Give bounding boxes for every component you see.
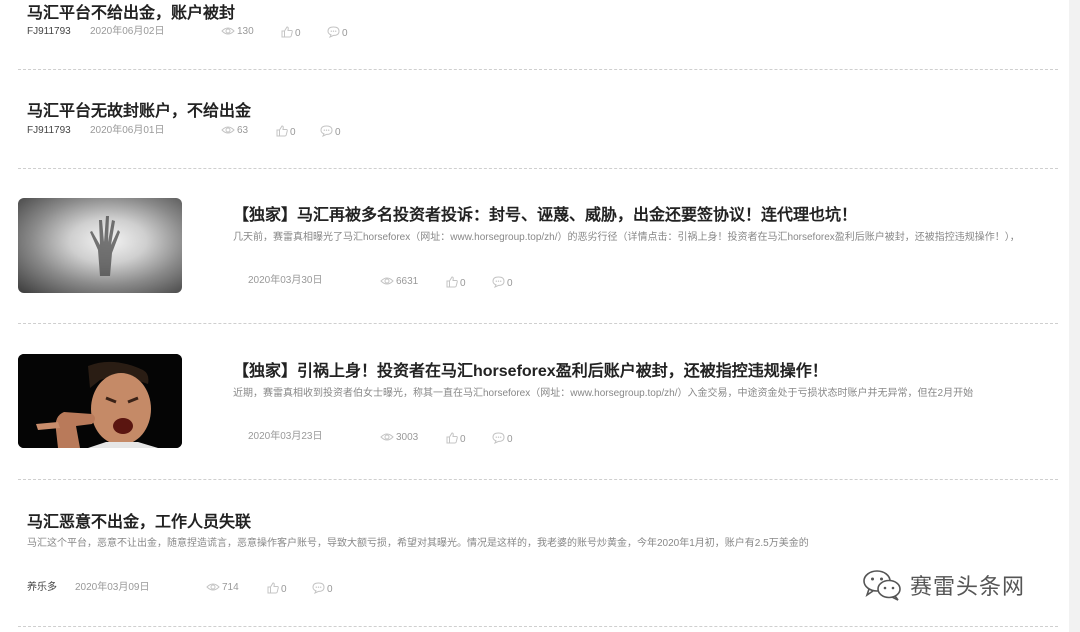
view-count: 714 <box>206 582 239 594</box>
like-count: 0 <box>295 28 301 39</box>
watermark: 赛雷头条网 <box>862 568 1025 602</box>
like-button[interactable]: 0 <box>267 582 287 596</box>
thumbs-up-icon <box>281 26 293 38</box>
eye-icon <box>380 433 394 441</box>
view-count: 6631 <box>380 276 418 288</box>
article-date: 2020年06月01日 <box>90 125 165 136</box>
view-count: 63 <box>221 125 248 137</box>
article-excerpt: 马汇这个平台，恶意不让出金，随意捏造谎言，恶意操作客户账号，导致大额亏损，希望对… <box>27 538 809 549</box>
like-button[interactable]: 0 <box>446 432 466 446</box>
eye-icon <box>206 583 220 591</box>
comment-button[interactable]: 0 <box>327 26 348 40</box>
article-title[interactable]: 【独家】引祸上身！投资者在马汇horseforex盈利后账户被封，还被指控违规操… <box>233 362 828 382</box>
eye-icon <box>380 277 394 285</box>
comment-icon <box>320 125 333 138</box>
view-count-value: 714 <box>222 582 239 593</box>
divider <box>18 168 1058 169</box>
view-count-value: 3003 <box>396 432 419 443</box>
divider <box>18 479 1058 480</box>
comment-count: 0 <box>335 127 341 138</box>
comment-count: 0 <box>507 278 513 289</box>
like-count: 0 <box>281 584 287 595</box>
thumbs-up-icon <box>446 276 458 288</box>
like-count: 0 <box>290 127 296 138</box>
divider <box>18 626 1058 627</box>
article-excerpt: 几天前，赛雷真相曝光了马汇horseforex（网址：www.horsegrou… <box>233 232 1020 243</box>
article-title[interactable]: 【独家】马汇再被多名投资者投诉：封号、诬蔑、威胁，出金还要签协议！连代理也坑！ <box>233 206 857 226</box>
comment-button[interactable]: 0 <box>312 582 333 596</box>
comment-count: 0 <box>507 434 513 445</box>
view-count: 130 <box>221 26 254 38</box>
wechat-icon <box>863 570 901 601</box>
article-excerpt: 近期，赛雷真相收到投资者伯女士曝光，称其一直在马汇horseforex（网址：w… <box>233 388 974 399</box>
view-count-value: 63 <box>237 125 249 136</box>
article-date: 2020年03月30日 <box>248 275 323 286</box>
comment-icon <box>327 26 340 39</box>
article-author[interactable]: FJ911793 <box>27 125 71 137</box>
like-count: 0 <box>460 434 466 445</box>
divider <box>18 69 1058 70</box>
eye-icon <box>221 27 235 35</box>
article-date: 2020年03月23日 <box>248 431 323 442</box>
comment-icon <box>492 276 505 289</box>
article-thumbnail[interactable] <box>18 354 182 448</box>
article-title[interactable]: 马汇平台不给出金，账户被封 <box>27 4 235 24</box>
view-count-value: 6631 <box>396 276 419 287</box>
article-list-panel: 马汇平台不给出金，账户被封 FJ911793 2020年06月02日 130 0… <box>0 0 1069 632</box>
like-button[interactable]: 0 <box>446 276 466 290</box>
like-count: 0 <box>460 278 466 289</box>
thumbs-up-icon <box>276 125 288 137</box>
comment-icon <box>312 582 325 595</box>
article-thumbnail[interactable] <box>18 198 182 293</box>
thumbs-up-icon <box>267 582 279 594</box>
article-date: 2020年03月09日 <box>75 582 150 593</box>
comment-count: 0 <box>327 584 333 595</box>
comment-button[interactable]: 0 <box>492 276 513 290</box>
article-title[interactable]: 马汇平台无故封账户，不给出金 <box>27 102 251 122</box>
shadow-hand-image <box>90 216 120 276</box>
divider <box>18 323 1058 324</box>
like-button[interactable]: 0 <box>276 125 296 139</box>
article-author[interactable]: FJ911793 <box>27 26 71 38</box>
shouting-man-image <box>18 354 182 448</box>
article-author[interactable]: 养乐多 <box>27 582 57 594</box>
comment-icon <box>492 432 505 445</box>
comment-count: 0 <box>342 28 348 39</box>
eye-icon <box>221 126 235 134</box>
comment-button[interactable]: 0 <box>492 432 513 446</box>
watermark-text: 赛雷头条网 <box>910 574 1026 599</box>
view-count-value: 130 <box>237 26 254 37</box>
article-date: 2020年06月02日 <box>90 26 165 37</box>
view-count: 3003 <box>380 432 418 444</box>
thumbs-up-icon <box>446 432 458 444</box>
comment-button[interactable]: 0 <box>320 125 341 139</box>
article-title[interactable]: 马汇恶意不出金，工作人员失联 <box>27 513 251 533</box>
like-button[interactable]: 0 <box>281 26 301 40</box>
